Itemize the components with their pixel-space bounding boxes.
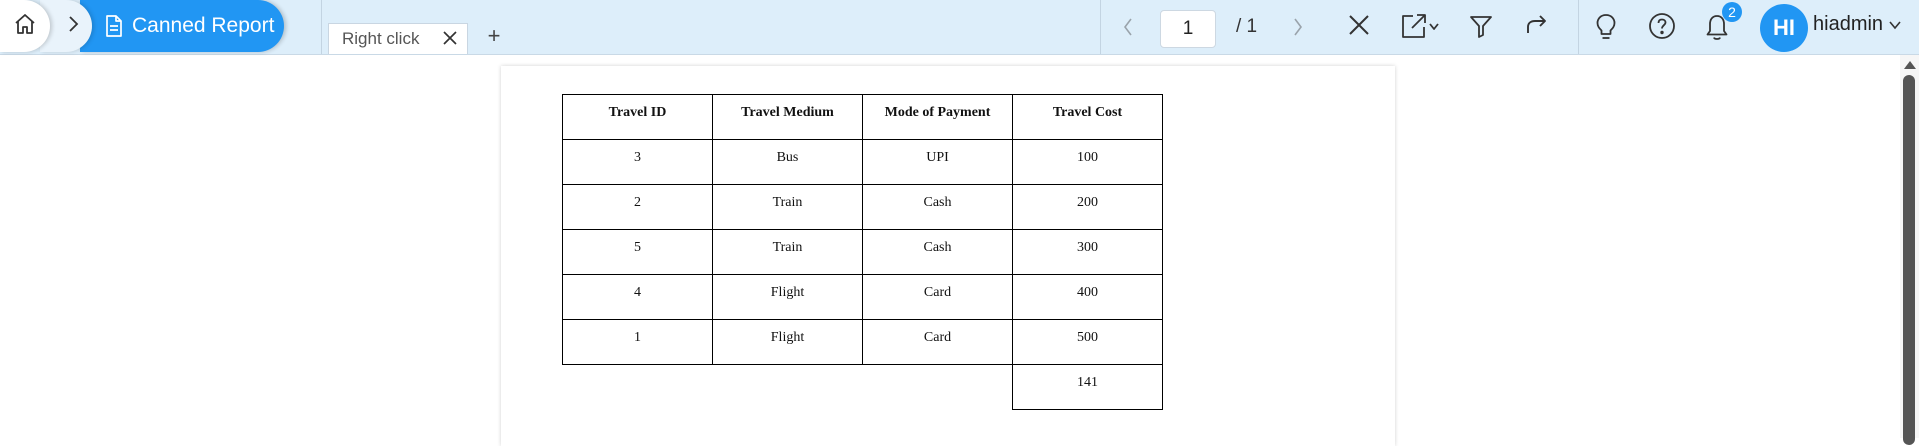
cell-mode-of-payment: UPI	[862, 139, 1013, 185]
cell-travel-medium: Flight	[712, 274, 863, 320]
table-header-row: Travel ID Travel Medium Mode of Payment …	[562, 94, 1163, 140]
close-icon[interactable]	[1346, 12, 1372, 38]
previous-page-icon[interactable]	[1122, 16, 1134, 38]
table-total-row: 141	[563, 364, 1163, 410]
cell-mode-of-payment: Card	[862, 274, 1013, 320]
scroll-up-arrow-icon[interactable]	[1904, 61, 1916, 69]
report-table: Travel ID Travel Medium Mode of Payment …	[562, 94, 1163, 410]
page-number-input[interactable]	[1160, 10, 1216, 48]
add-tab-button[interactable]: +	[484, 23, 504, 48]
table-row: 3 Bus UPI 100	[562, 139, 1163, 185]
top-bar: Canned Report Right click + / 1	[0, 0, 1919, 55]
cell-travel-id: 3	[562, 139, 713, 185]
next-page-icon[interactable]	[1292, 16, 1304, 38]
tab-label: Right click	[342, 29, 420, 48]
divider	[1100, 0, 1101, 54]
divider	[1578, 0, 1579, 54]
home-icon	[13, 12, 37, 41]
table-row: 2 Train Cash 200	[562, 184, 1163, 230]
home-button[interactable]	[0, 0, 50, 52]
export-icon[interactable]	[1400, 12, 1442, 40]
cell-travel-cost: 300	[1012, 229, 1163, 275]
total-travel-cost: 141	[1012, 364, 1163, 410]
chevron-right-icon	[66, 15, 80, 38]
column-header-travel-id: Travel ID	[562, 94, 713, 140]
cell-travel-id: 5	[562, 229, 713, 275]
cell-travel-medium: Train	[712, 229, 863, 275]
cell-mode-of-payment: Card	[862, 319, 1013, 365]
tab-right-click[interactable]: Right click	[328, 23, 468, 54]
breadcrumb-current[interactable]: Canned Report	[80, 0, 284, 52]
vertical-scrollbar[interactable]	[1900, 55, 1919, 445]
cell-mode-of-payment: Cash	[862, 184, 1013, 230]
report-page: Travel ID Travel Medium Mode of Payment …	[501, 66, 1395, 446]
table-row: 1 Flight Card 500	[562, 319, 1163, 365]
page-total: / 1	[1236, 16, 1258, 37]
cell-travel-cost: 200	[1012, 184, 1163, 230]
blank-cell	[863, 365, 1013, 410]
share-icon[interactable]	[1524, 12, 1550, 38]
scrollbar-thumb[interactable]	[1903, 75, 1915, 445]
column-header-travel-medium: Travel Medium	[712, 94, 863, 140]
blank-cell	[563, 365, 713, 410]
cell-travel-cost: 500	[1012, 319, 1163, 365]
help-icon[interactable]	[1648, 12, 1676, 40]
table-row: 4 Flight Card 400	[562, 274, 1163, 320]
notification-count-badge: 2	[1722, 2, 1742, 22]
cell-travel-medium: Flight	[712, 319, 863, 365]
document-icon	[104, 14, 124, 38]
cell-travel-id: 4	[562, 274, 713, 320]
lightbulb-icon[interactable]	[1594, 12, 1618, 42]
chevron-down-icon[interactable]	[1888, 20, 1902, 30]
cell-travel-cost: 100	[1012, 139, 1163, 185]
column-header-travel-cost: Travel Cost	[1012, 94, 1163, 140]
username[interactable]: hiadmin	[1813, 13, 1883, 36]
breadcrumb-current-label: Canned Report	[132, 14, 275, 37]
cell-travel-medium: Train	[712, 184, 863, 230]
cell-travel-cost: 400	[1012, 274, 1163, 320]
cell-travel-medium: Bus	[712, 139, 863, 185]
avatar[interactable]: HI	[1760, 4, 1808, 52]
filter-icon[interactable]	[1468, 12, 1494, 40]
cell-travel-id: 1	[562, 319, 713, 365]
cell-travel-id: 2	[562, 184, 713, 230]
table-row: 5 Train Cash 300	[562, 229, 1163, 275]
column-header-mode-of-payment: Mode of Payment	[862, 94, 1013, 140]
divider	[321, 0, 322, 54]
cell-mode-of-payment: Cash	[862, 229, 1013, 275]
blank-cell	[713, 365, 863, 410]
close-icon[interactable]	[441, 29, 459, 47]
